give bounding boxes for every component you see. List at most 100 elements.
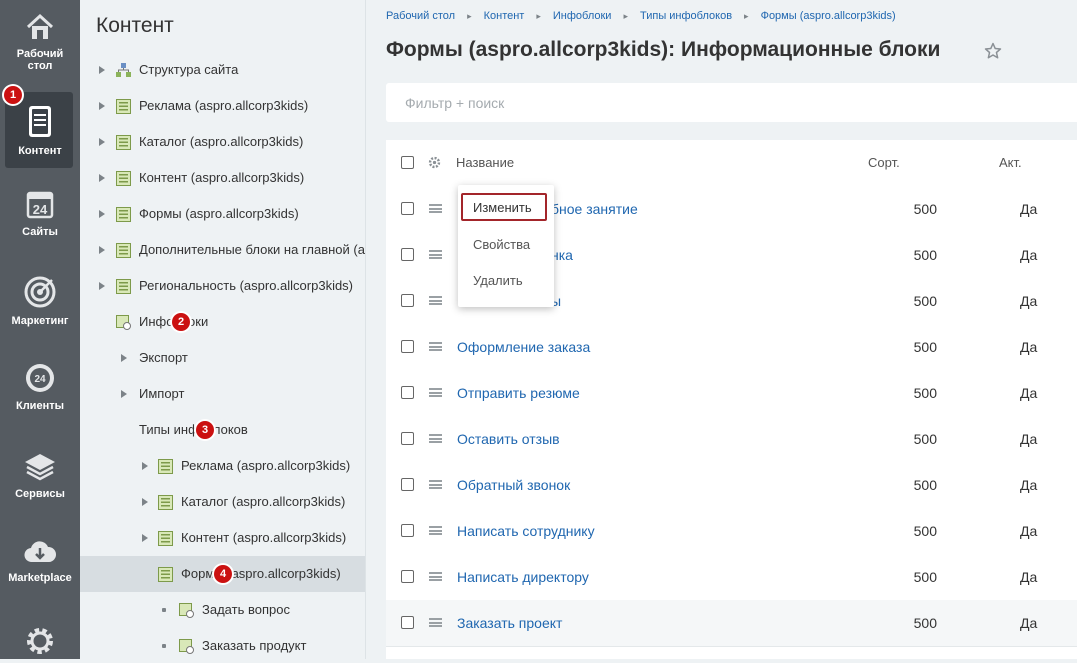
main-area: Рабочий стол ▸ Контент ▸ Инфоблоки ▸ Типы инфо…: [366, 0, 1077, 659]
row-checkbox[interactable]: [401, 478, 414, 491]
tree-node-type-catalog[interactable]: Каталог (aspro.allcorp3kids): [80, 484, 365, 520]
table-row[interactable]: Написать директору 500 Да: [386, 554, 1077, 601]
row-checkbox[interactable]: [401, 524, 414, 537]
filter-search-input[interactable]: [403, 94, 907, 112]
row-name-link[interactable]: Заказать проект: [457, 615, 562, 631]
tree-node-order-product[interactable]: Заказать продукт: [80, 628, 365, 659]
tree-node-infoblocks[interactable]: Инфоблоки: [80, 304, 365, 340]
menu-item-properties[interactable]: Свойства: [458, 230, 554, 258]
row-checkbox[interactable]: [401, 340, 414, 353]
row-name-link[interactable]: Оформление заказа: [457, 339, 590, 355]
row-name-link[interactable]: бное занятие: [551, 201, 638, 217]
column-header-name[interactable]: Название: [456, 155, 514, 170]
menu-item-edit[interactable]: Изменить: [461, 193, 547, 221]
rail-item-settings[interactable]: [0, 625, 80, 663]
table-row[interactable]: Оставить отзыв 500 Да: [386, 416, 1077, 463]
tree-node-reklama[interactable]: Реклама (aspro.allcorp3kids): [80, 88, 365, 124]
tree-node-site-structure[interactable]: Структура сайта: [80, 52, 365, 88]
row-active: Да: [1020, 201, 1038, 217]
rail-item-content[interactable]: Контент: [0, 105, 80, 157]
tree-node-ask-question[interactable]: Задать вопрос: [80, 592, 365, 628]
tree-node-catalog[interactable]: Каталог (aspro.allcorp3kids): [80, 124, 365, 160]
row-name-link[interactable]: Обратный звонок: [457, 477, 570, 493]
row-menu-icon[interactable]: [429, 388, 442, 397]
tree-node-content[interactable]: Контент (aspro.allcorp3kids): [80, 160, 365, 196]
row-name-link[interactable]: Оставить отзыв: [457, 431, 560, 447]
row-menu-icon[interactable]: [429, 250, 442, 259]
tree-node-extra-blocks[interactable]: Дополнительные блоки на главной (aspro.a…: [80, 232, 365, 268]
row-sort: 500: [913, 385, 937, 401]
home-icon: [26, 13, 54, 39]
expand-arrow-icon[interactable]: [142, 462, 148, 470]
tree-node-label: Каталог (aspro.allcorp3kids): [139, 134, 304, 149]
tree-node-forms[interactable]: Формы (aspro.allcorp3kids): [80, 196, 365, 232]
rail-item-sites[interactable]: 24 Сайты: [0, 190, 80, 238]
breadcrumb-item[interactable]: Рабочий стол: [386, 10, 455, 22]
row-menu-icon[interactable]: [429, 434, 442, 443]
table-row[interactable]: Обратный звонок 500 Да: [386, 462, 1077, 509]
breadcrumb-item[interactable]: Типы инфоблоков: [640, 10, 732, 22]
rail-item-desktop[interactable]: Рабочий стол: [0, 12, 80, 72]
expand-arrow-icon[interactable]: [99, 66, 105, 74]
tree-node-label: Формы (aspro.allcorp3kids): [181, 566, 341, 581]
tree-node-iblock-types[interactable]: Типы инфоблоков: [80, 412, 365, 448]
row-menu-icon[interactable]: [429, 296, 442, 305]
column-header-active[interactable]: Акт.: [999, 155, 1022, 170]
left-rail: Рабочий стол Контент 1 24 Сайты Маркетин…: [0, 0, 80, 659]
row-checkbox[interactable]: [401, 202, 414, 215]
expand-arrow-icon[interactable]: [121, 354, 127, 362]
row-menu-icon[interactable]: [429, 480, 442, 489]
expand-arrow-icon[interactable]: [99, 174, 105, 182]
expand-arrow-icon[interactable]: [142, 498, 148, 506]
star-icon[interactable]: [984, 42, 1002, 60]
row-menu-icon[interactable]: [429, 342, 442, 351]
tree-node-import[interactable]: Импорт: [80, 376, 365, 412]
tree-node-export[interactable]: Экспорт: [80, 340, 365, 376]
row-menu-icon[interactable]: [429, 526, 442, 535]
table-row[interactable]: Отправить резюме 500 Да: [386, 370, 1077, 417]
table-row[interactable]: Оформление заказа 500 Да: [386, 324, 1077, 371]
row-menu-icon[interactable]: [429, 618, 442, 627]
tree-node-type-reklama[interactable]: Реклама (aspro.allcorp3kids): [80, 448, 365, 484]
expand-arrow-icon[interactable]: [142, 534, 148, 542]
rail-item-marketing[interactable]: Маркетинг: [0, 275, 80, 327]
rail-label-services: Сервисы: [15, 488, 65, 500]
rail-item-clients[interactable]: 24 Клиенты: [0, 362, 80, 412]
row-checkbox[interactable]: [401, 386, 414, 399]
row-checkbox[interactable]: [401, 616, 414, 629]
column-header-sort[interactable]: Сорт.: [868, 155, 900, 170]
expand-arrow-icon[interactable]: [99, 282, 105, 290]
row-menu-icon[interactable]: [429, 572, 442, 581]
expand-arrow-icon[interactable]: [99, 102, 105, 110]
table-row[interactable]: Написать сотруднику 500 Да: [386, 508, 1077, 555]
row-checkbox[interactable]: [401, 294, 414, 307]
rail-item-marketplace[interactable]: Marketplace: [0, 538, 80, 584]
breadcrumb-item[interactable]: Формы (aspro.allcorp3kids): [761, 10, 896, 22]
gear-icon[interactable]: [428, 156, 441, 169]
row-name-link[interactable]: Отправить резюме: [457, 385, 580, 401]
expand-arrow-icon[interactable]: [99, 138, 105, 146]
row-active: Да: [1020, 385, 1038, 401]
row-name-link[interactable]: Написать директору: [457, 569, 589, 585]
table-row[interactable]: Заказать проект 500 Да: [386, 600, 1077, 647]
row-checkbox[interactable]: [401, 570, 414, 583]
step-badge-1: 1: [4, 86, 22, 104]
tree-node-regionality[interactable]: Региональность (aspro.allcorp3kids): [80, 268, 365, 304]
grid-header: Название Сорт. Акт.: [386, 140, 1077, 187]
row-checkbox[interactable]: [401, 248, 414, 261]
row-checkbox[interactable]: [401, 432, 414, 445]
expand-arrow-icon[interactable]: [99, 246, 105, 254]
rail-item-services[interactable]: Сервисы: [0, 452, 80, 500]
menu-item-delete[interactable]: Удалить: [458, 266, 554, 294]
filter-search-box[interactable]: [386, 83, 1077, 122]
breadcrumb-item[interactable]: Инфоблоки: [553, 10, 612, 22]
select-all-checkbox[interactable]: [401, 156, 414, 169]
row-name-link[interactable]: Написать сотруднику: [457, 523, 595, 539]
calendar-24-icon: 24: [26, 191, 54, 219]
tree-node-type-content[interactable]: Контент (aspro.allcorp3kids): [80, 520, 365, 556]
expand-arrow-icon[interactable]: [121, 390, 127, 398]
row-name-link[interactable]: нка: [551, 247, 573, 263]
breadcrumb-item[interactable]: Контент: [484, 10, 525, 22]
expand-arrow-icon[interactable]: [99, 210, 105, 218]
row-menu-icon[interactable]: [429, 204, 442, 213]
